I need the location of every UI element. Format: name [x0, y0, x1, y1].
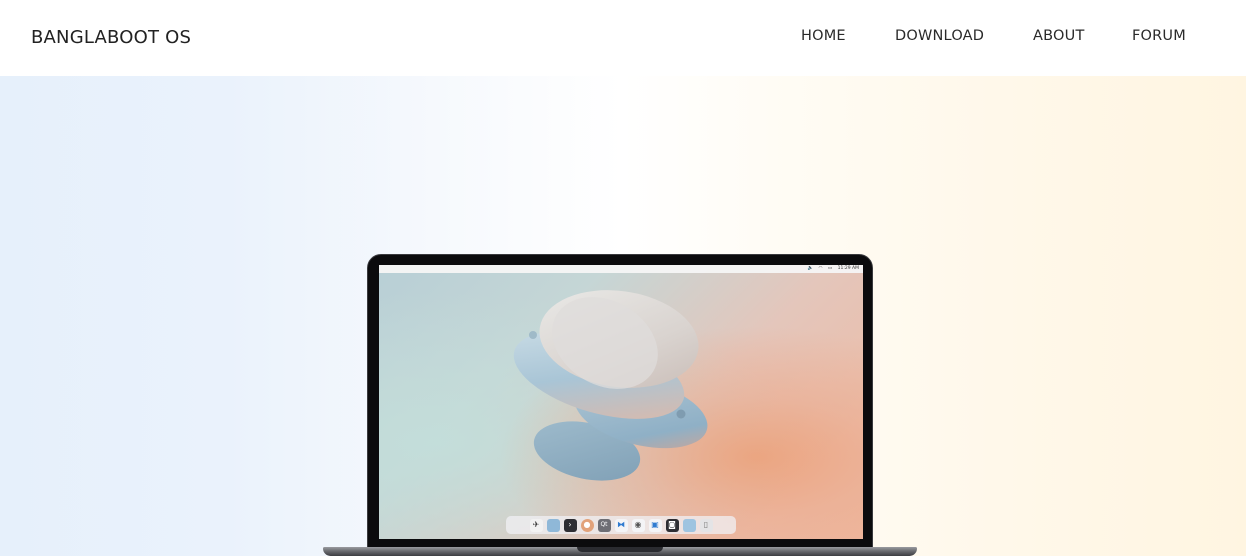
laptop-mockup-image: 🔈 ◠ ▭ 11:29 AM ✈ › ● Qt ⧓ ◉ ▣ ◙ ▯	[323, 254, 917, 556]
wifi-icon[interactable]: ◠	[819, 266, 823, 271]
os-menubar: 🔈 ◠ ▭ 11:29 AM	[379, 265, 863, 273]
qt-creator-icon[interactable]: Qt	[597, 518, 611, 532]
menubar-status-area: 🔈 ◠ ▭ 11:29 AM	[804, 265, 860, 273]
laptop-lid: 🔈 ◠ ▭ 11:29 AM ✈ › ● Qt ⧓ ◉ ▣ ◙ ▯	[367, 254, 873, 549]
hero-section: 🔈 ◠ ▭ 11:29 AM ✈ › ● Qt ⧓ ◉ ▣ ◙ ▯	[0, 76, 1246, 556]
site-header: BANGLABOOT OS HOME DOWNLOAD ABOUT FORUM	[0, 0, 1246, 76]
menubar-clock[interactable]: 11:29 AM	[838, 266, 859, 271]
volume-icon[interactable]: 🔈	[808, 266, 814, 271]
laptop-screen: 🔈 ◠ ▭ 11:29 AM ✈ › ● Qt ⧓ ◉ ▣ ◙ ▯	[379, 265, 863, 539]
wallpaper-art	[513, 290, 708, 481]
nav-forum-link[interactable]: FORUM	[1132, 28, 1186, 44]
gallery-icon[interactable]: ▣	[648, 518, 662, 532]
trash-icon[interactable]: ▯	[699, 518, 713, 532]
folder-icon[interactable]	[682, 518, 696, 532]
os-dock: ✈ › ● Qt ⧓ ◉ ▣ ◙ ▯	[506, 516, 736, 534]
battery-icon[interactable]: ▭	[828, 266, 832, 271]
vscode-icon[interactable]: ⧓	[614, 518, 628, 532]
media-player-icon[interactable]: ◉	[631, 518, 645, 532]
nav-home-link[interactable]: HOME	[801, 28, 846, 44]
nav-about-link[interactable]: ABOUT	[1033, 28, 1085, 44]
terminal-icon[interactable]: ›	[563, 518, 577, 532]
camera-icon[interactable]: ◙	[665, 518, 679, 532]
nav-download-link[interactable]: DOWNLOAD	[895, 28, 984, 44]
files-folder-icon[interactable]	[546, 518, 560, 532]
page: BANGLABOOT OS HOME DOWNLOAD ABOUT FORUM	[0, 0, 1246, 556]
launcher-icon[interactable]: ✈	[529, 518, 543, 532]
firefox-icon[interactable]: ●	[580, 518, 594, 532]
laptop-hinge-notch	[577, 547, 663, 552]
main-nav: HOME DOWNLOAD ABOUT FORUM	[0, 28, 1246, 48]
